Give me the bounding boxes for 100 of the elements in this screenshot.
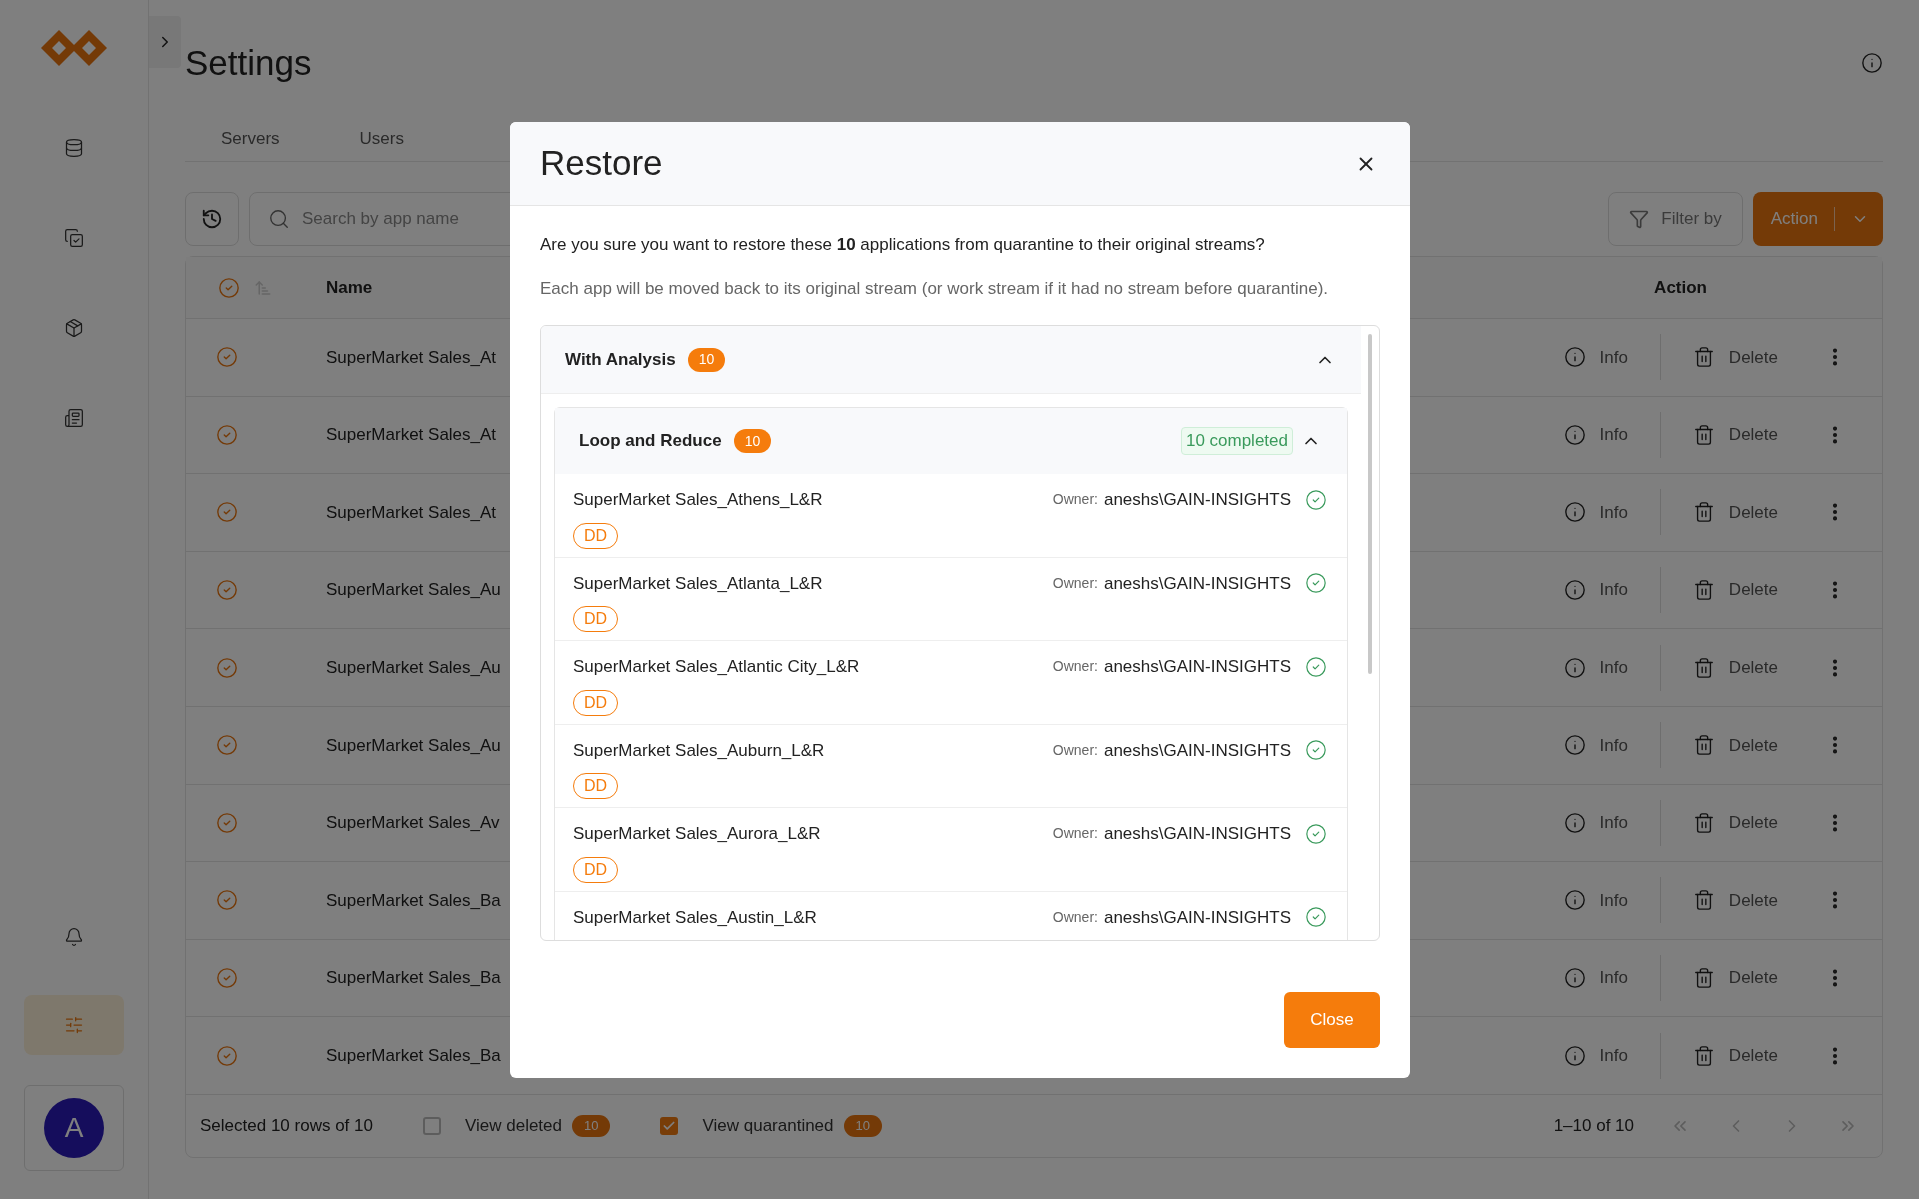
row-checkbox[interactable] xyxy=(216,1044,238,1067)
package-icon xyxy=(64,318,84,338)
table-cell-text: SuperMarket Sales_Au xyxy=(326,656,501,679)
subgroup-title: Loop and Reduce xyxy=(579,430,722,453)
owner-name: aneshs\GAIN-INSIGHTS xyxy=(1103,823,1291,845)
row-checkbox[interactable] xyxy=(216,811,238,834)
info-icon xyxy=(1563,423,1586,446)
owner-label: Owner: xyxy=(1052,657,1098,677)
delete-button[interactable]: Delete xyxy=(1692,577,1778,603)
delete-button[interactable]: Delete xyxy=(1692,1042,1778,1069)
history-button[interactable] xyxy=(185,192,239,246)
table-cell-text: SuperMarket Sales_Ba xyxy=(326,967,501,990)
app-name: SuperMarket Sales_Atlantic City_L&R xyxy=(573,656,860,678)
table-cell-text: SuperMarket Sales_Ba xyxy=(326,889,501,912)
delete-button[interactable]: Delete xyxy=(1692,654,1778,681)
trash-icon xyxy=(1692,1044,1715,1067)
action-button[interactable]: Action xyxy=(1752,192,1883,246)
scrollbar[interactable] xyxy=(1368,334,1372,674)
info-icon xyxy=(1563,811,1586,834)
bell-icon xyxy=(64,927,84,947)
report-icon xyxy=(64,408,84,428)
filter-button[interactable]: Filter by xyxy=(1608,192,1743,246)
select-all-checkbox[interactable] xyxy=(218,276,240,299)
delete-button[interactable]: Delete xyxy=(1692,422,1778,448)
count-badge: 10 xyxy=(733,429,772,453)
app-name: SuperMarket Sales_Athens_L&R xyxy=(573,489,823,511)
table-cell-text: SuperMarket Sales_Au xyxy=(326,579,501,602)
row-checkbox[interactable] xyxy=(216,967,238,990)
info-icon xyxy=(1563,346,1586,369)
page-range: 1–10 of 10 xyxy=(1553,1115,1634,1138)
logo-icon xyxy=(39,28,109,68)
row-checkbox[interactable] xyxy=(216,423,238,446)
row-checkbox[interactable] xyxy=(216,734,238,757)
delete-button[interactable]: Delete xyxy=(1692,965,1778,991)
tab[interactable]: Users xyxy=(359,124,404,154)
column-header: Action xyxy=(1654,276,1707,299)
info-button[interactable]: Info xyxy=(1563,654,1628,681)
info-button[interactable]: Info xyxy=(1563,499,1628,526)
tab[interactable]: Servers xyxy=(221,124,280,154)
owner-name: aneshs\GAIN-INSIGHTS xyxy=(1103,906,1291,929)
delete-button[interactable]: Delete xyxy=(1692,499,1778,526)
app-name: SuperMarket Sales_Atlanta_L&R xyxy=(573,572,823,595)
row-checkbox[interactable] xyxy=(216,656,238,679)
owner-name: aneshs\GAIN-INSIGHTS xyxy=(1103,572,1291,595)
info-icon xyxy=(1563,579,1586,602)
owner-name: aneshs\GAIN-INSIGHTS xyxy=(1103,489,1291,511)
owner-label: Owner: xyxy=(1052,907,1098,927)
avatar-card[interactable]: A xyxy=(24,1085,124,1171)
info-icon xyxy=(1563,656,1586,679)
info-icon xyxy=(1563,501,1586,524)
delete-button[interactable]: Delete xyxy=(1692,810,1778,836)
checkbox[interactable] xyxy=(422,1116,441,1135)
app-name: SuperMarket Sales_Aurora_L&R xyxy=(573,823,821,845)
info-icon xyxy=(1563,967,1586,990)
info-button[interactable]: Info xyxy=(1563,422,1628,448)
trash-icon xyxy=(1692,889,1715,912)
info-button[interactable]: Info xyxy=(1563,577,1628,603)
table-cell-text: SuperMarket Sales_At xyxy=(326,501,497,524)
row-checkbox[interactable] xyxy=(216,501,238,524)
info-button[interactable]: Info xyxy=(1563,732,1628,758)
checkbox-label: View quarantined xyxy=(702,1115,834,1138)
app-name: SuperMarket Sales_Austin_L&R xyxy=(573,906,817,929)
info-button[interactable]: Info xyxy=(1563,887,1628,914)
trash-icon xyxy=(1692,734,1715,757)
info-icon xyxy=(1563,1044,1586,1067)
owner-label: Owner: xyxy=(1052,824,1098,844)
info-button[interactable]: Info xyxy=(1563,810,1628,836)
row-checkbox[interactable] xyxy=(216,889,238,912)
delete-button[interactable]: Delete xyxy=(1692,732,1778,758)
owner-name: aneshs\GAIN-INSIGHTS xyxy=(1103,656,1291,678)
owner-label: Owner: xyxy=(1052,740,1098,760)
info-button[interactable]: Info xyxy=(1563,965,1628,991)
trash-icon xyxy=(1692,423,1715,446)
checkbox-label: View deleted xyxy=(464,1115,562,1138)
trash-icon xyxy=(1692,811,1715,834)
table-cell-text: SuperMarket Sales_At xyxy=(326,424,497,447)
row-checkbox[interactable] xyxy=(216,579,238,602)
selection-summary: Selected 10 rows of 10 xyxy=(200,1115,373,1138)
info-button[interactable]: Info xyxy=(1563,344,1628,371)
copy-icon xyxy=(64,228,84,248)
owner-label: Owner: xyxy=(1052,573,1098,593)
info-button[interactable]: Info xyxy=(1563,1042,1628,1069)
owner-label: Owner: xyxy=(1052,490,1098,510)
dialog-note: Each app will be moved back to its original stream (or work stream if it had no stream before quarantine). xyxy=(540,277,1330,300)
avatar: A xyxy=(44,1098,104,1158)
sliders-icon xyxy=(64,1015,84,1035)
trash-icon xyxy=(1692,656,1715,679)
group-title: With Analysis xyxy=(565,348,676,371)
trash-icon xyxy=(1692,346,1715,369)
delete-button[interactable]: Delete xyxy=(1692,887,1778,914)
delete-button[interactable]: Delete xyxy=(1692,344,1778,371)
close-dialog-button[interactable]: Close xyxy=(1284,992,1380,1048)
trash-icon xyxy=(1692,501,1715,524)
dialog-title: Restore xyxy=(540,142,663,185)
table-cell-text: SuperMarket Sales_At xyxy=(326,346,497,369)
dialog-message: Are you sure you want to restore these 10 applications from quarantine to their original streams? xyxy=(540,234,1266,256)
row-checkbox[interactable] xyxy=(216,346,238,369)
checkbox[interactable] xyxy=(660,1116,679,1135)
filter-icon xyxy=(1629,209,1650,229)
info-icon xyxy=(1563,734,1586,757)
